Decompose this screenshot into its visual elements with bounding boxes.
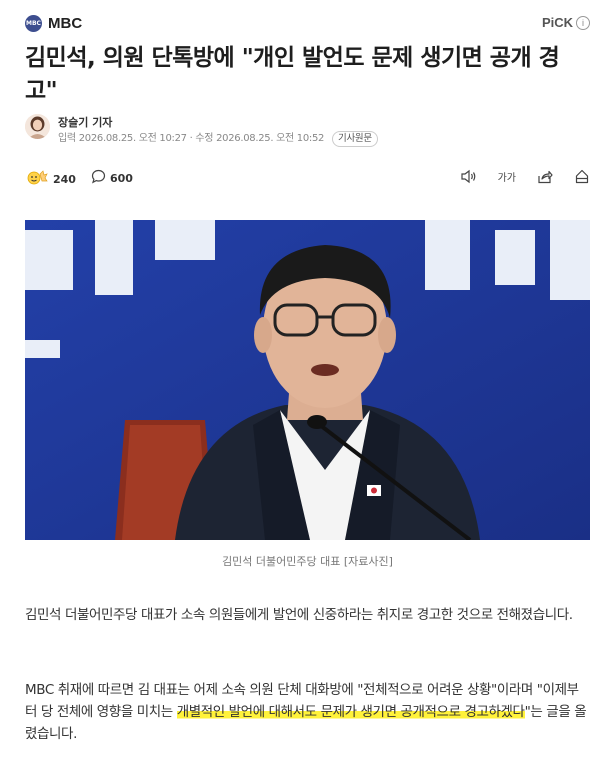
original-article-button[interactable]: 기사원문 [332,131,378,147]
press-header: MBC MBC PiCK i [25,13,590,37]
reporter-avatar[interactable] [25,114,50,139]
font-size-icon[interactable]: 가가 [498,169,516,184]
mbc-logo-icon[interactable]: MBC [25,15,42,32]
modified-time: 2026.08.25. 오전 10:52 [216,133,325,144]
press-name[interactable]: MBC [48,15,82,32]
comment-icon [91,169,106,188]
speaker-icon[interactable] [460,169,477,184]
reaction-emoji-icon [27,169,49,189]
byline: 장슬기 기자 입력 2026.08.25. 오전 10:27 · 수정 2026… [25,114,590,147]
press-brand[interactable]: MBC MBC [25,15,82,32]
info-icon[interactable]: i [576,15,590,30]
article-paragraph-1: 김민석 더불어민주당 대표가 소속 의원들에게 발언에 신중하라는 취지로 경고… [25,607,573,623]
modified-label: 수정 [195,133,214,144]
tool-buttons: 가가 [439,169,590,184]
reporter-name[interactable]: 장슬기 기자 [58,114,112,130]
date-separator: · [189,133,193,144]
reaction-button[interactable]: 240 [27,169,76,189]
photo-caption: 김민석 더불어민주당 대표 [자료사진] [222,555,393,568]
input-time: 2026.08.25. 오전 10:27 [78,133,187,144]
input-label: 입력 [58,133,76,144]
comment-button[interactable]: 600 [91,169,133,188]
pick-badge[interactable]: PiCK i [542,15,590,30]
article-title: 김민석, 의원 단톡방에 "개인 발언도 문제 생기면 공개 경고" [25,45,560,104]
share-icon[interactable] [537,169,553,184]
article-paragraph-2: MBC 취재에 따르면 김 대표는 어제 소속 의원 단체 대화방에 "전체적으… [25,679,590,745]
reaction-count: 240 [53,172,76,186]
article-photo[interactable] [25,220,590,540]
comment-count: 600 [110,172,133,185]
article-toolbar: 240 600 가가 [27,169,590,189]
article-dates: 입력 2026.08.25. 오전 10:27 · 수정 2026.08.25.… [58,129,378,147]
highlighted-quote: 개별적인 발언에 대해서도 문제가 생기면 공개적으로 경고하겠다 [176,704,525,720]
print-icon[interactable] [574,169,590,184]
pick-label: PiCK [541,15,573,30]
